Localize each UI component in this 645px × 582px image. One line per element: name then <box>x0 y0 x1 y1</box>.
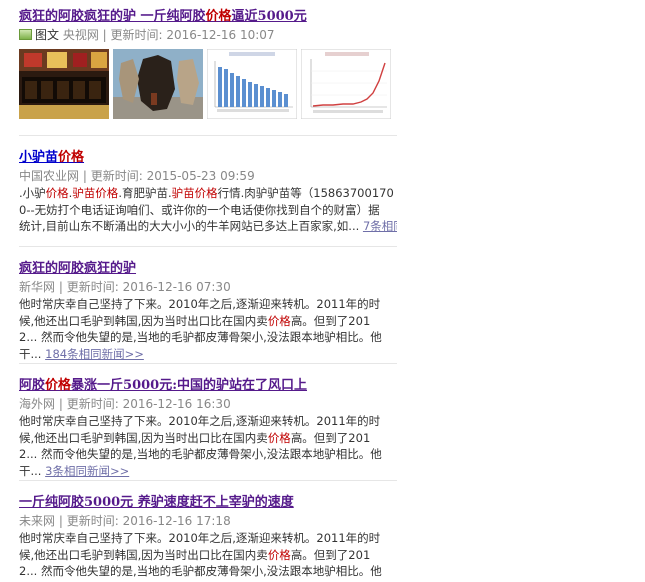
title-text: 疯狂的阿胶疯狂的驴 一斤纯阿胶 <box>19 9 206 24</box>
abstract-line: 候,他还出口毛驴到韩国,因为当时出口比在国内卖价格高。但到了201 <box>19 313 371 328</box>
source-name: 未来网 <box>19 514 56 528</box>
separator: | <box>98 28 111 42</box>
title-highlight: 价格 <box>58 150 85 165</box>
news-result: 一斤纯阿胶5000元 养驴速度赶不上宰驴的速度 未来网 | 更新时间: 2016… <box>19 481 397 580</box>
abstract-line: 他时常庆幸自己坚持了下来。2010年之后,逐渐迎来转机。2011年的时 <box>19 531 381 545</box>
result-abstract: 他时常庆幸自己坚持了下来。2010年之后,逐渐迎来转机。2011年的时 候,他还… <box>19 296 397 362</box>
abstract-line: 2... 然而令他失望的是,当地的毛驴都皮薄骨架小,没法跟本地驴相比。他 <box>19 330 382 344</box>
result-title[interactable]: 小驴苗价格 <box>19 149 397 167</box>
title-text: 阿胶 <box>19 378 46 393</box>
result-meta: 图文 央视网 | 更新时间: 2016-12-16 10:07 <box>19 26 397 44</box>
abstract-line: 0--无妨打个电话证询咱们、或许你的一个电话使你找到自个的财富）据 <box>19 202 380 217</box>
thumbnail-strip <box>19 49 397 119</box>
abstract-line: 他时常庆幸自己坚持了下来。2010年之后,逐渐迎来转机。2011年的时 <box>19 414 381 428</box>
result-abstract: 他时常庆幸自己坚持了下来。2010年之后,逐渐迎来转机。2011年的时 候,他还… <box>19 413 397 479</box>
result-meta: 未来网 | 更新时间: 2016-12-16 17:18 <box>19 512 397 530</box>
time-label: 更新时间: <box>66 514 119 528</box>
abstract-line: 候,他还出口毛驴到韩国,因为当时出口比在国内卖价格高。但到了201 <box>19 430 371 445</box>
thumbnail-gelatin-boxes[interactable] <box>19 49 109 119</box>
time-label: 更新时间: <box>90 169 143 183</box>
result-meta: 新华网 | 更新时间: 2016-12-16 07:30 <box>19 278 397 296</box>
time-label: 更新时间: <box>66 280 119 294</box>
update-time: 2016-12-16 16:30 <box>122 397 231 411</box>
abstract-line: 干... 3条相同新闻>> <box>19 463 130 478</box>
update-time: 2016-12-16 07:30 <box>122 280 231 294</box>
separator: | <box>79 169 91 183</box>
separator: | <box>55 280 67 294</box>
update-time: 2016-12-16 17:18 <box>122 514 231 528</box>
news-result: 小驴苗价格 中国农业网 | 更新时间: 2015-05-23 09:59 .小驴… <box>19 136 397 247</box>
picture-icon <box>19 29 32 40</box>
abstract-line: 候,他还出口毛驴到韩国,因为当时出口比在国内卖价格高。但到了201 <box>19 547 371 562</box>
title-text: 一斤纯阿胶5000元 养驴速度赶不上宰驴的速度 <box>19 495 294 510</box>
thumbnail-bar-chart[interactable] <box>207 49 297 119</box>
title-text: 疯狂的阿胶疯狂的驴 <box>19 261 137 276</box>
title-text: 暴涨一斤5000元:中国的驴站在了风口上 <box>71 378 308 393</box>
title-text: 小驴苗 <box>19 150 59 165</box>
result-title[interactable]: 疯狂的阿胶疯狂的驴 一斤纯阿胶价格逼近5000元 <box>19 8 397 26</box>
result-title[interactable]: 阿胶价格暴涨一斤5000元:中国的驴站在了风口上 <box>19 377 397 395</box>
result-meta: 中国农业网 | 更新时间: 2015-05-23 09:59 <box>19 167 397 185</box>
title-text: 逼近5000元 <box>231 9 307 24</box>
thumbnail-donkey-hides[interactable] <box>113 49 203 119</box>
update-time: 2015-05-23 09:59 <box>146 169 255 183</box>
update-time: 2016-12-16 10:07 <box>166 28 275 42</box>
separator: | <box>55 397 67 411</box>
news-results: 疯狂的阿胶疯狂的驴 一斤纯阿胶价格逼近5000元 图文 央视网 | 更新时间: … <box>19 8 397 580</box>
result-meta: 海外网 | 更新时间: 2016-12-16 16:30 <box>19 395 397 413</box>
title-highlight: 价格 <box>45 378 72 393</box>
abstract-line: 2... 然而令他失望的是,当地的毛驴都皮薄骨架小,没法跟本地驴相比。他 <box>19 564 382 578</box>
related-news-link[interactable]: 3条相同新闻>> <box>45 464 129 478</box>
image-text-tag: 图文 <box>35 28 60 42</box>
source-name: 新华网 <box>19 280 56 294</box>
result-title[interactable]: 一斤纯阿胶5000元 养驴速度赶不上宰驴的速度 <box>19 494 397 512</box>
news-result: 阿胶价格暴涨一斤5000元:中国的驴站在了风口上 海外网 | 更新时间: 201… <box>19 364 397 481</box>
result-abstract: 他时常庆幸自己坚持了下来。2010年之后,逐渐迎来转机。2011年的时 候,他还… <box>19 530 397 580</box>
abstract-line: 2... 然而令他失望的是,当地的毛驴都皮薄骨架小,没法跟本地驴相比。他 <box>19 447 382 461</box>
news-result: 疯狂的阿胶疯狂的驴 新华网 | 更新时间: 2016-12-16 07:30 他… <box>19 247 397 364</box>
related-news-link[interactable]: 184条相同新闻>> <box>45 347 144 361</box>
separator: | <box>55 514 67 528</box>
time-label: 更新时间: <box>66 397 119 411</box>
result-title[interactable]: 疯狂的阿胶疯狂的驴 <box>19 260 397 278</box>
result-abstract: .小驴价格.驴苗价格.育肥驴苗.驴苗价格行情.肉驴驴苗等（15863700170… <box>19 185 397 235</box>
time-label: 更新时间: <box>110 28 163 42</box>
title-highlight: 价格 <box>205 9 232 24</box>
abstract-line: 统计,目前山东不断涌出的大大小小的牛羊网站已多达上百家家,如... 7条相同新闻… <box>19 218 397 235</box>
thumbnail-line-chart[interactable] <box>301 49 391 119</box>
news-result: 疯狂的阿胶疯狂的驴 一斤纯阿胶价格逼近5000元 图文 央视网 | 更新时间: … <box>19 8 397 136</box>
source-name: 中国农业网 <box>19 169 80 183</box>
source-name: 央视网 <box>62 28 99 42</box>
abstract-line: 干... 184条相同新闻>> <box>19 346 144 361</box>
abstract-line: .小驴价格.驴苗价格.育肥驴苗.驴苗价格行情.肉驴驴苗等（15863700170 <box>19 186 394 200</box>
related-news-link[interactable]: 7条相同新闻>> <box>363 219 397 233</box>
source-name: 海外网 <box>19 397 56 411</box>
abstract-line: 他时常庆幸自己坚持了下来。2010年之后,逐渐迎来转机。2011年的时 <box>19 297 381 311</box>
